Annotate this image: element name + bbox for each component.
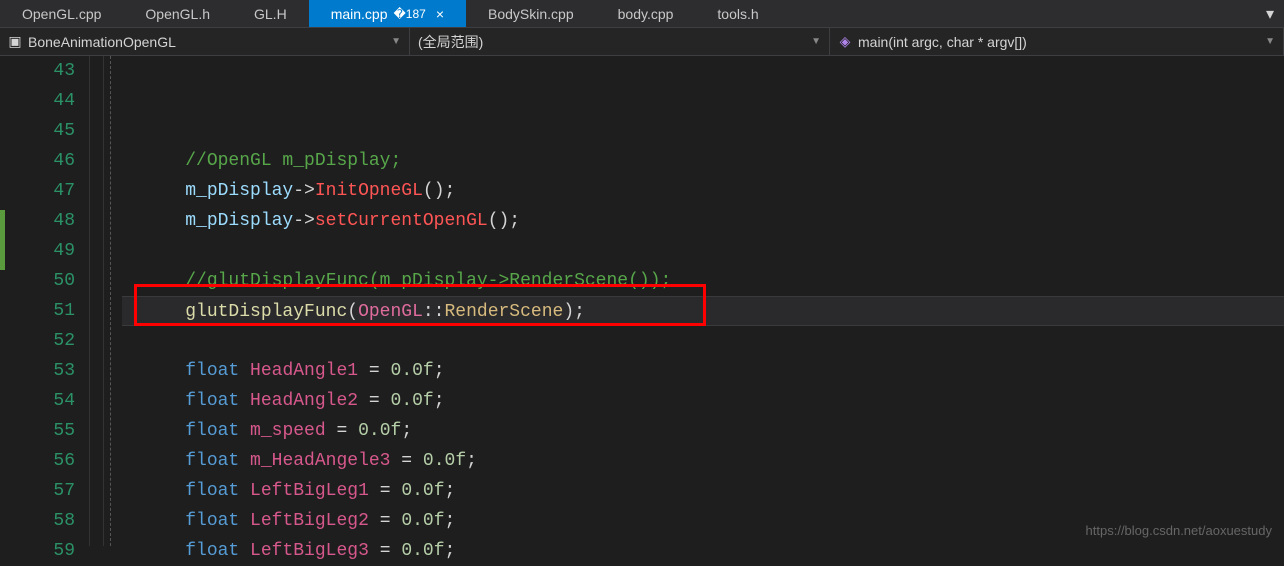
code-line: [142, 56, 1284, 86]
code-line: float m_speed = 0.0f;: [142, 416, 1284, 446]
tab-bodyskin-cpp[interactable]: BodySkin.cpp: [466, 0, 596, 27]
line-number: 55: [0, 416, 75, 446]
code-line-current: glutDisplayFunc(OpenGL::RenderScene);: [122, 296, 1284, 326]
editor-area: 43 44 45 46 47 48 49 50 51 52 53 54 55 5…: [0, 56, 1284, 546]
code-line: //OpenGL m_pDisplay;: [142, 146, 1284, 176]
code-line: m_pDisplay->InitOpneGL();: [142, 176, 1284, 206]
code-line: float LeftBigLeg3 = 0.0f;: [142, 536, 1284, 566]
line-number: 44: [0, 86, 75, 116]
code-line: float m_HeadAngele3 = 0.0f;: [142, 446, 1284, 476]
margin-strip: [90, 56, 104, 546]
tab-opengl-h[interactable]: OpenGL.h: [123, 0, 232, 27]
code-line: float HeadAngle2 = 0.0f;: [142, 386, 1284, 416]
line-gutter: 43 44 45 46 47 48 49 50 51 52 53 54 55 5…: [0, 56, 90, 546]
tab-tools-h[interactable]: tools.h: [695, 0, 780, 27]
line-number: 43: [0, 56, 75, 86]
line-number: 47: [0, 176, 75, 206]
tab-overflow-icon[interactable]: ▾: [1256, 0, 1284, 27]
line-number: 45: [0, 116, 75, 146]
nav-project-scope[interactable]: ▣ BoneAnimationOpenGL ▼: [0, 28, 410, 55]
outline-strip: [104, 56, 122, 546]
line-number: 56: [0, 446, 75, 476]
modification-marker: [0, 210, 5, 270]
chevron-down-icon: ▼: [811, 36, 821, 47]
line-number: 51: [0, 296, 75, 326]
tab-opengl-cpp[interactable]: OpenGL.cpp: [0, 0, 123, 27]
nav-global-scope[interactable]: (全局范围) ▼: [410, 28, 830, 55]
line-number: 52: [0, 326, 75, 356]
nav-project-label: BoneAnimationOpenGL: [28, 34, 176, 50]
line-number: 58: [0, 506, 75, 536]
tab-main-cpp[interactable]: main.cpp �187 ×: [309, 0, 466, 27]
line-number: 59: [0, 536, 75, 566]
code-line: float LeftBigLeg1 = 0.0f;: [142, 476, 1284, 506]
line-number: 46: [0, 146, 75, 176]
chevron-down-icon: ▼: [391, 36, 401, 47]
project-icon: ▣: [8, 35, 22, 49]
line-number: 49: [0, 236, 75, 266]
code-line: [142, 86, 1284, 116]
chevron-down-icon: ▼: [1265, 36, 1275, 47]
line-number: 48: [0, 206, 75, 236]
code-line: [142, 236, 1284, 266]
line-number: 54: [0, 386, 75, 416]
line-number: 53: [0, 356, 75, 386]
code-area[interactable]: //OpenGL m_pDisplay; m_pDisplay->InitOpn…: [122, 56, 1284, 546]
tab-bar: OpenGL.cpp OpenGL.h GL.H main.cpp �187 ×…: [0, 0, 1284, 28]
pin-icon[interactable]: �187: [394, 7, 426, 21]
line-number: 50: [0, 266, 75, 296]
code-line: m_pDisplay->setCurrentOpenGL();: [142, 206, 1284, 236]
watermark-text: https://blog.csdn.net/aoxuestudy: [1086, 523, 1272, 538]
nav-function-label: main(int argc, char * argv[]): [858, 34, 1027, 50]
nav-bar: ▣ BoneAnimationOpenGL ▼ (全局范围) ▼ ◈ main(…: [0, 28, 1284, 56]
code-line: [142, 116, 1284, 146]
close-icon[interactable]: ×: [436, 6, 444, 22]
outline-guide: [110, 56, 111, 546]
nav-function-scope[interactable]: ◈ main(int argc, char * argv[]) ▼: [830, 28, 1284, 55]
code-line: float HeadAngle1 = 0.0f;: [142, 356, 1284, 386]
line-number: 57: [0, 476, 75, 506]
code-line: //glutDisplayFunc(m_pDisplay->RenderScen…: [142, 266, 1284, 296]
code-line: [142, 326, 1284, 356]
tab-gl-h[interactable]: GL.H: [232, 0, 309, 27]
tab-body-cpp[interactable]: body.cpp: [596, 0, 696, 27]
nav-scope-label: (全局范围): [418, 32, 483, 52]
function-icon: ◈: [838, 35, 852, 49]
